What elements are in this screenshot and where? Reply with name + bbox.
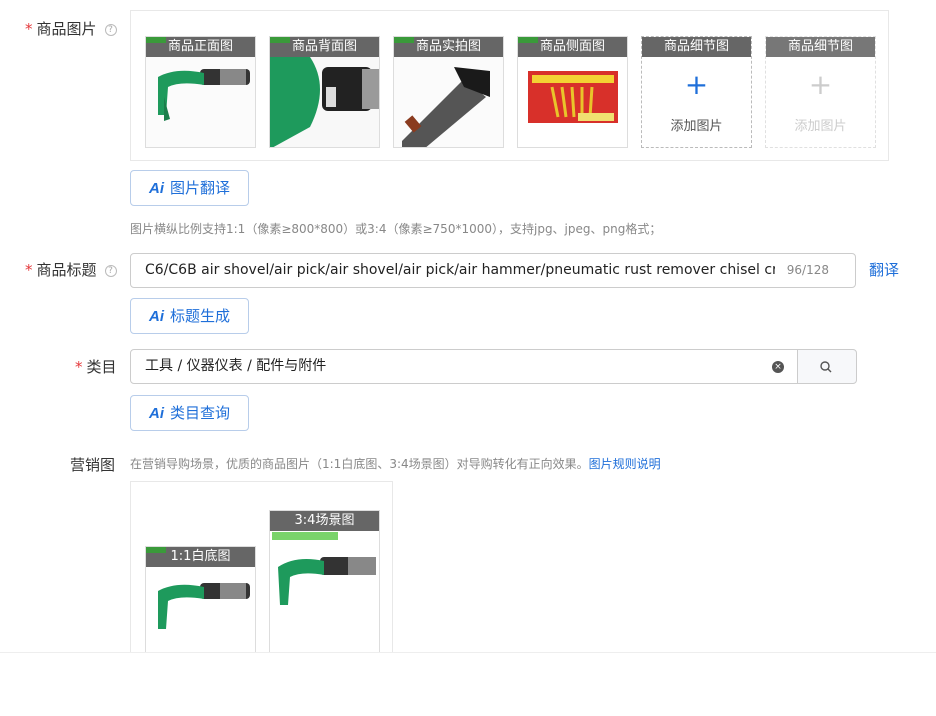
air-hammer-front-photo-icon: [146, 57, 255, 147]
product-title-input[interactable]: C6/C6B air shovel/air pick/air shovel/ai…: [130, 253, 856, 288]
image-thumb-real[interactable]: 商品实拍图: [393, 36, 504, 148]
marketing-hint: 在营销导购场景，优质的商品图片（1:1白底图、3:4场景图）对导购转化有正向效果…: [130, 457, 661, 471]
plus-icon: +: [808, 68, 833, 101]
title-char-count: 96/128: [786, 263, 829, 277]
marketing-images-panel: 1:1白底图 3:4场景图: [130, 481, 393, 670]
help-icon[interactable]: ?: [104, 24, 117, 36]
image-rules-link[interactable]: 图片规则说明: [589, 457, 661, 471]
ai-icon: Ai: [149, 308, 164, 325]
search-icon: [820, 361, 832, 373]
product-images-label: * 商品图片?: [25, 18, 117, 39]
category-query-button[interactable]: Ai 类目查询: [130, 395, 250, 431]
marketing-thumb-scene[interactable]: 3:4场景图: [269, 510, 380, 670]
title-value: C6/C6B air shovel/air pick/air shovel/ai…: [145, 262, 775, 278]
translate-link[interactable]: 翻译: [869, 259, 899, 280]
category-label: * 类目: [75, 358, 117, 376]
add-detail-image-button[interactable]: 商品细节图 + 添加图片: [641, 36, 752, 148]
plus-icon: +: [684, 68, 709, 101]
marketing-thumb-white-bg[interactable]: 1:1白底图: [145, 546, 256, 666]
page-footer-blank: [0, 653, 936, 716]
air-hammer-real-photo-icon: [394, 57, 503, 147]
ai-icon: Ai: [149, 180, 164, 197]
product-title-label: * 商品标题?: [25, 259, 117, 280]
ai-icon: Ai: [149, 405, 164, 422]
image-thumb-back[interactable]: 商品背面图: [269, 36, 380, 148]
image-translate-button[interactable]: Ai 图片翻译: [130, 170, 250, 206]
category-search-button[interactable]: [797, 349, 857, 384]
air-hammer-scene-photo-icon: [270, 531, 379, 669]
image-format-hint: 图片横纵比例支持1:1（像素≥800*800）或3:4（像素≥750*1000）…: [130, 222, 662, 236]
clear-icon[interactable]: ×: [772, 361, 784, 373]
marketing-images-label: 营销图: [70, 456, 116, 474]
help-icon[interactable]: ?: [104, 265, 117, 277]
category-input[interactable]: 工具 / 仪器仪表 / 配件与附件 ×: [130, 349, 857, 384]
product-images-panel: 商品正面图 商品背面图 商品实拍图 商品侧面图 商品细节图 + 添加图片 商品细…: [130, 10, 889, 161]
title-generate-button[interactable]: Ai 标题生成: [130, 298, 250, 334]
chisel-set-photo-icon: [518, 57, 627, 147]
add-detail-image-button-disabled: 商品细节图 + 添加图片: [765, 36, 876, 148]
category-value: 工具 / 仪器仪表 / 配件与附件: [145, 358, 327, 374]
air-hammer-back-photo-icon: [270, 57, 379, 147]
image-thumb-side[interactable]: 商品侧面图: [517, 36, 628, 148]
image-thumb-front[interactable]: 商品正面图: [145, 36, 256, 148]
